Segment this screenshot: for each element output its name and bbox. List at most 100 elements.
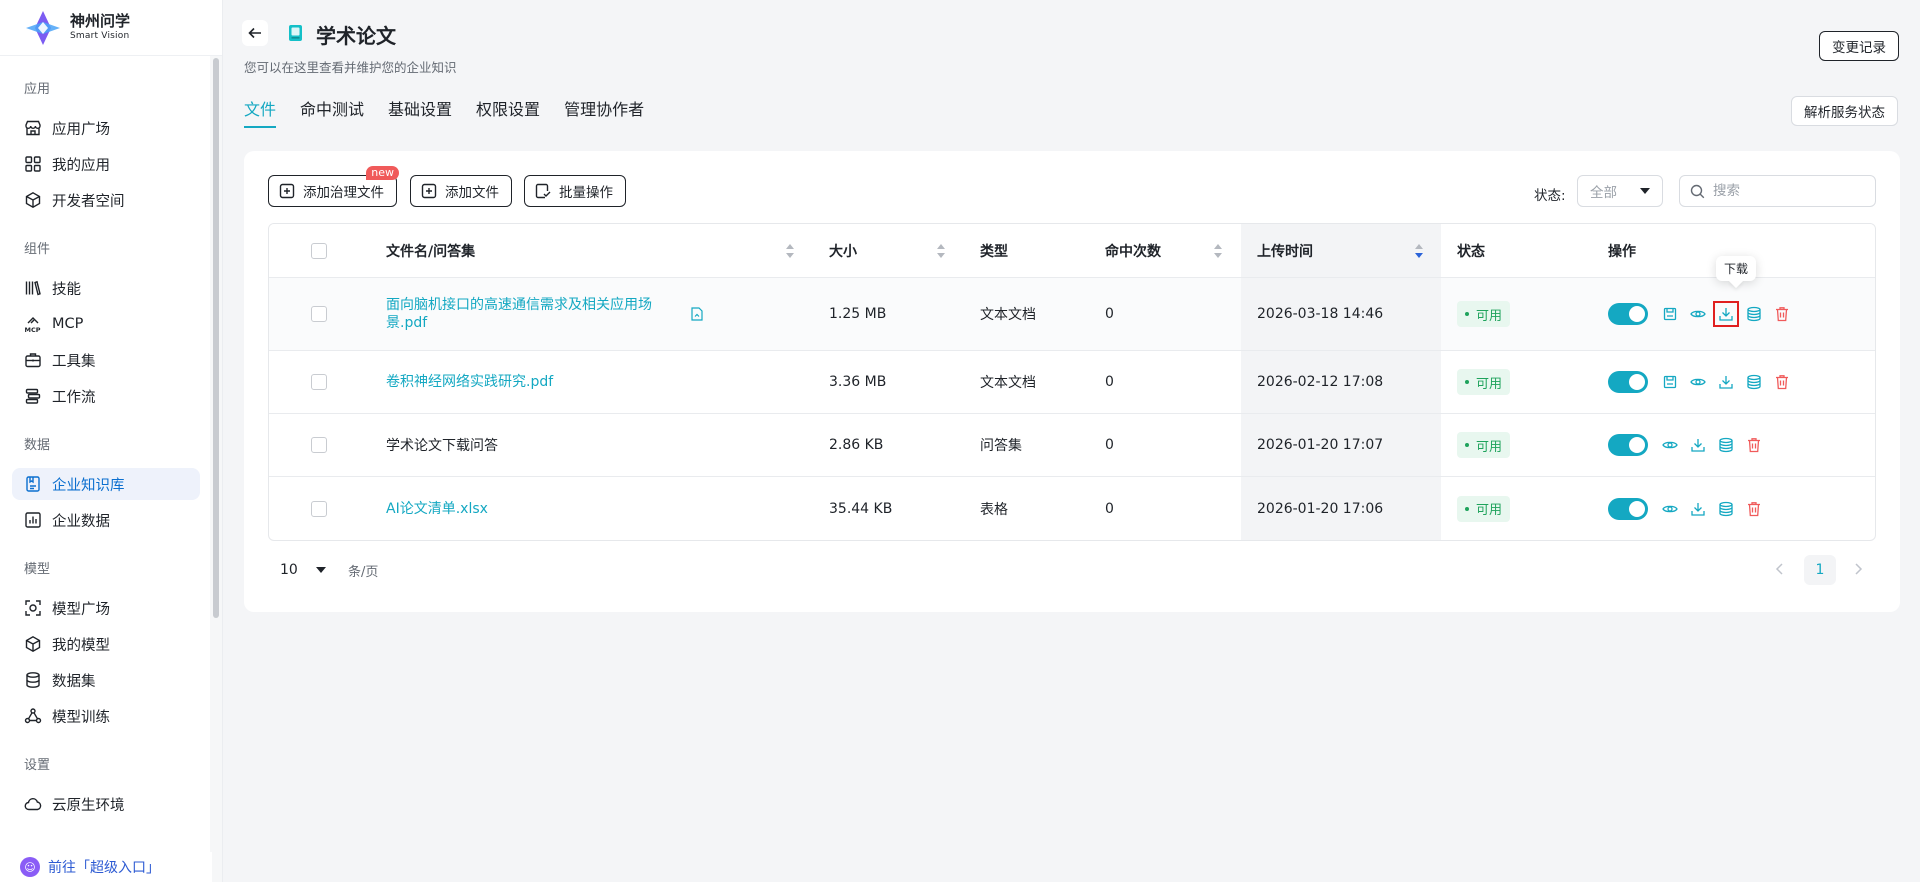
sidebar-item-label: 数据集	[52, 673, 96, 690]
column-header-type: 类型	[980, 243, 1008, 260]
sort-icon[interactable]	[937, 244, 945, 258]
column-header-uploaded[interactable]: 上传时间	[1257, 224, 1313, 277]
page-size-select[interactable]: 10	[268, 555, 338, 585]
add-file-button[interactable]: 添加文件	[410, 175, 512, 207]
sidebar-item-cloud-env[interactable]: 云原生环境	[12, 788, 200, 820]
column-header-size[interactable]: 大小	[829, 224, 857, 277]
trash-icon[interactable]	[1746, 437, 1762, 453]
file-size: 2.86 KB	[829, 437, 884, 453]
brand-logo[interactable]: 神州问学 Smart Vision	[0, 0, 222, 56]
next-page-button[interactable]	[1848, 559, 1868, 579]
eye-icon[interactable]	[1690, 306, 1706, 322]
tab-permissions[interactable]: 权限设置	[476, 96, 540, 126]
download-icon[interactable]	[1690, 501, 1706, 517]
file-size: 1.25 MB	[829, 306, 887, 322]
sidebar-item-mcp[interactable]: MCP MCP	[12, 308, 200, 340]
download-icon[interactable]	[1690, 437, 1706, 453]
chevron-left-icon	[1775, 563, 1783, 575]
sort-icon[interactable]	[1415, 244, 1423, 258]
database-icon[interactable]	[1746, 306, 1762, 322]
page-number-current[interactable]: 1	[1804, 555, 1836, 585]
select-all-checkbox[interactable]	[311, 242, 327, 259]
sidebar-item-model-plaza[interactable]: 模型广场	[12, 592, 200, 624]
tab-files[interactable]: 文件	[244, 96, 277, 128]
back-button[interactable]	[242, 20, 268, 46]
batch-operation-button[interactable]: 批量操作	[524, 175, 626, 207]
sidebar-item-my-models[interactable]: 我的模型	[12, 628, 200, 660]
eye-icon[interactable]	[1662, 437, 1678, 453]
tab-collaborators[interactable]: 管理协作者	[564, 96, 644, 126]
column-header-hits[interactable]: 命中次数	[1105, 224, 1161, 277]
file-type: 表格	[980, 501, 1008, 518]
column-header-name[interactable]: 文件名/问答集	[386, 224, 475, 277]
trash-icon[interactable]	[1774, 306, 1790, 322]
database-icon[interactable]	[1718, 437, 1734, 453]
prev-page-button[interactable]	[1770, 559, 1790, 579]
sidebar-item-model-training[interactable]: 模型训练	[12, 700, 200, 732]
change-log-button[interactable]: 变更记录	[1819, 31, 1899, 61]
save-icon[interactable]	[1662, 374, 1678, 390]
status-text: 可用	[1476, 308, 1503, 324]
search-icon	[1690, 184, 1705, 198]
row-checkbox[interactable]	[311, 306, 327, 322]
box-icon	[24, 635, 42, 653]
file-tag-icon[interactable]	[691, 278, 703, 350]
enable-toggle[interactable]	[1608, 303, 1648, 325]
sidebar-item-knowledge-base[interactable]: 企业知识库	[12, 468, 200, 500]
file-name-link[interactable]: AI论文清单.xlsx	[386, 500, 488, 518]
download-icon[interactable]	[1718, 374, 1734, 390]
hit-count: 0	[1105, 437, 1114, 453]
sidebar-item-datasets[interactable]: 数据集	[12, 664, 200, 696]
status-filter-label: 状态:	[1534, 188, 1566, 204]
file-type: 问答集	[980, 438, 1022, 454]
sidebar-item-dev-space[interactable]: 开发者空间	[12, 184, 200, 216]
row-checkbox[interactable]	[311, 437, 327, 453]
status-badge: 可用	[1457, 369, 1511, 395]
eye-icon[interactable]	[1690, 374, 1706, 390]
sidebar-item-app-store[interactable]: 应用广场	[12, 112, 200, 144]
sidebar-item-enterprise-data[interactable]: 企业数据	[12, 504, 200, 536]
sidebar-item-toolset[interactable]: 工具集	[12, 344, 200, 376]
upload-time: 2026-01-20 17:07	[1257, 437, 1384, 453]
database-icon[interactable]	[1718, 501, 1734, 517]
sidebar-item-label: MCP	[52, 316, 84, 332]
enable-toggle[interactable]	[1608, 371, 1648, 393]
download-icon[interactable]	[1713, 301, 1739, 327]
super-entry-link[interactable]: ☺ 前往「超级入口」	[0, 852, 212, 882]
upload-time: 2026-01-20 17:06	[1257, 500, 1384, 517]
sidebar-item-label: 技能	[52, 281, 81, 298]
add-governance-file-button[interactable]: 添加治理文件 new	[268, 166, 399, 207]
parse-status-button[interactable]: 解析服务状态	[1791, 96, 1898, 126]
enable-toggle[interactable]	[1608, 434, 1648, 456]
page-subtitle: 您可以在这里查看并维护您的企业知识	[244, 60, 457, 75]
caret-down-icon	[1640, 188, 1650, 194]
sidebar-item-workflow[interactable]: 工作流	[12, 380, 200, 412]
file-name-link[interactable]: 卷积神经网络实践研究.pdf	[386, 373, 553, 391]
sidebar-item-label: 企业知识库	[52, 477, 125, 494]
cloud-icon	[24, 795, 42, 813]
trash-icon[interactable]	[1774, 374, 1790, 390]
qa-set-name[interactable]: 学术论文下载问答	[386, 435, 498, 455]
save-icon[interactable]	[1662, 306, 1678, 322]
sidebar-item-my-apps[interactable]: 我的应用	[12, 148, 200, 180]
page-size-unit: 条/页	[348, 565, 379, 580]
row-checkbox[interactable]	[311, 374, 327, 390]
sidebar-item-skills[interactable]: 技能	[12, 272, 200, 304]
tab-basic-settings[interactable]: 基础设置	[388, 96, 452, 126]
sidebar-scrollbar[interactable]	[213, 58, 219, 618]
trash-icon[interactable]	[1746, 501, 1762, 517]
search-box[interactable]	[1679, 175, 1876, 207]
sort-icon[interactable]	[786, 244, 794, 258]
sidebar-item-label: 工作流	[52, 389, 96, 406]
file-name-link[interactable]: 面向脑机接口的高速通信需求及相关应用场景.pdf	[386, 296, 686, 332]
sort-icon[interactable]	[1214, 244, 1222, 258]
status-filter-select[interactable]: 全部	[1577, 175, 1663, 207]
enable-toggle[interactable]	[1608, 497, 1648, 520]
grid-icon	[24, 155, 42, 173]
tab-hit-test[interactable]: 命中测试	[300, 96, 364, 126]
row-checkbox[interactable]	[311, 500, 327, 517]
database-icon[interactable]	[1746, 374, 1762, 390]
eye-icon[interactable]	[1662, 501, 1678, 517]
status-text: 可用	[1476, 376, 1503, 392]
search-input[interactable]	[1713, 183, 1863, 199]
